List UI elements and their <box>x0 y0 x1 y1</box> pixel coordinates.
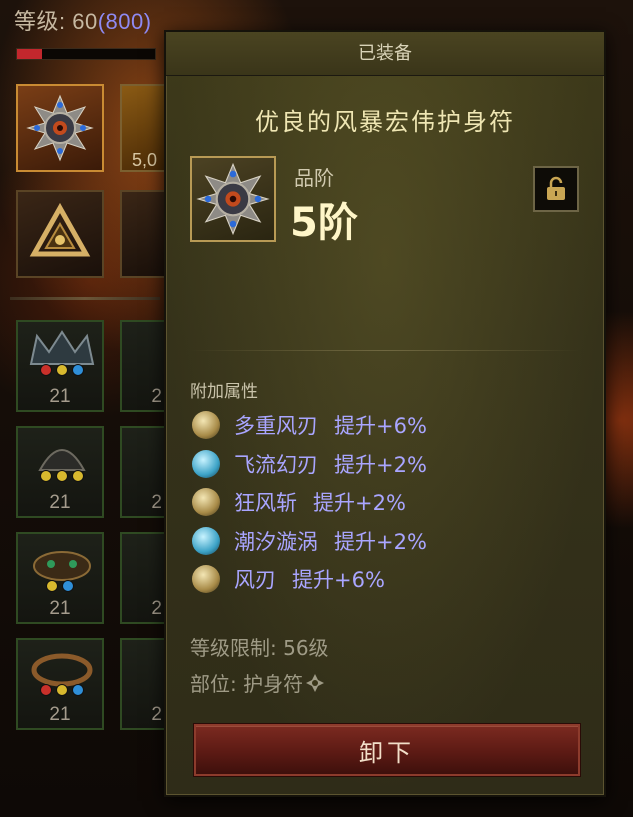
amulet-slot[interactable] <box>16 84 104 172</box>
unlock-icon <box>547 176 565 200</box>
belt-icon <box>31 653 93 687</box>
inventory-item[interactable]: 21 <box>16 532 104 624</box>
experience-bar <box>16 48 156 60</box>
attribute-name: 多重风刃 <box>234 414 318 439</box>
gale-slash-icon <box>192 488 220 517</box>
player-level: 等级: 60(800) <box>14 4 152 36</box>
tide-vortex-icon <box>192 526 220 555</box>
attribute-row: 潮汐漩涡 提升+2% <box>192 522 427 561</box>
item-icon-frame <box>190 156 276 242</box>
wind-blade-icon <box>192 411 220 440</box>
inventory-item[interactable]: 21 <box>16 638 104 730</box>
triangle-charm-icon <box>29 202 91 257</box>
level-value: 60 <box>72 9 98 34</box>
slot-count: 5,0 <box>132 150 158 170</box>
equipment-slot-secondary[interactable] <box>120 190 166 278</box>
item-name: 优良的风暴宏伟护身符 <box>255 108 515 136</box>
attribute-bonus: 提升+2% <box>334 452 427 477</box>
item-count: 2 <box>151 704 162 725</box>
inventory-item[interactable]: 2 <box>120 320 166 412</box>
bracer-icon <box>33 551 91 581</box>
section-divider <box>190 350 580 351</box>
attribute-row: 飞流幻刃 提升+2% <box>192 445 427 484</box>
amulet-slot-icon <box>305 673 325 693</box>
attribute-list: 多重风刃 提升+6% 飞流幻刃 提升+2% 狂风斩 提升+2% 潮汐漩涡 提升+… <box>192 406 427 599</box>
item-count: 2 <box>151 598 162 619</box>
item-count: 21 <box>49 386 71 407</box>
item-count: 21 <box>49 492 71 513</box>
attributes-title: 附加属性 <box>190 382 258 402</box>
attribute-row: 多重风刃 提升+6% <box>192 406 427 445</box>
equipment-slot-glow[interactable]: 5,0 <box>120 84 166 172</box>
amulet-icon <box>196 162 270 236</box>
inventory-item[interactable]: 21 <box>16 320 104 412</box>
level-requirement: 等级限制: 56级 <box>190 636 329 660</box>
inventory-item[interactable]: 2 <box>120 638 166 730</box>
paragon-level: (800) <box>97 9 152 34</box>
attribute-bonus: 提升+2% <box>313 491 406 516</box>
attribute-name: 风刃 <box>234 568 276 593</box>
level-label: 等级: <box>14 9 66 34</box>
experience-fill <box>17 49 42 59</box>
item-count: 2 <box>151 386 162 407</box>
grade-value: 5阶 <box>290 200 358 246</box>
attribute-name: 狂风斩 <box>234 491 297 516</box>
amulet-icon <box>26 94 94 162</box>
attribute-bonus: 提升+6% <box>334 414 427 439</box>
lock-button[interactable] <box>533 166 579 212</box>
wind-blade-icon <box>192 565 220 594</box>
item-count: 2 <box>151 492 162 513</box>
item-tooltip-panel: 已装备 优良的风暴宏伟护身符 品阶 5阶 附加属性 多重风刃 提升+6% 飞流幻… <box>164 30 606 797</box>
attribute-name: 潮汐漩涡 <box>234 529 318 554</box>
item-count: 21 <box>49 598 71 619</box>
slot-divider <box>10 297 160 300</box>
grade-label: 品阶 <box>294 166 334 190</box>
unequip-button[interactable]: 卸下 <box>194 724 580 776</box>
tooltip-header: 已装备 <box>166 32 604 76</box>
attribute-row: 风刃 提升+6% <box>192 560 427 599</box>
attribute-name: 飞流幻刃 <box>234 452 318 477</box>
attribute-bonus: 提升+2% <box>334 529 427 554</box>
inventory-item[interactable]: 2 <box>120 426 166 518</box>
inventory-item[interactable]: 2 <box>120 532 166 624</box>
item-count: 21 <box>49 704 71 725</box>
trinket-slot[interactable] <box>16 190 104 278</box>
water-blade-icon <box>192 449 220 478</box>
inventory-item[interactable]: 21 <box>16 426 104 518</box>
equip-slot-info: 部位: 护身符 <box>190 668 325 697</box>
equip-slot-label: 部位: 护身符 <box>190 672 304 696</box>
attribute-bonus: 提升+6% <box>292 568 385 593</box>
attribute-row: 狂风斩 提升+2% <box>192 483 427 522</box>
